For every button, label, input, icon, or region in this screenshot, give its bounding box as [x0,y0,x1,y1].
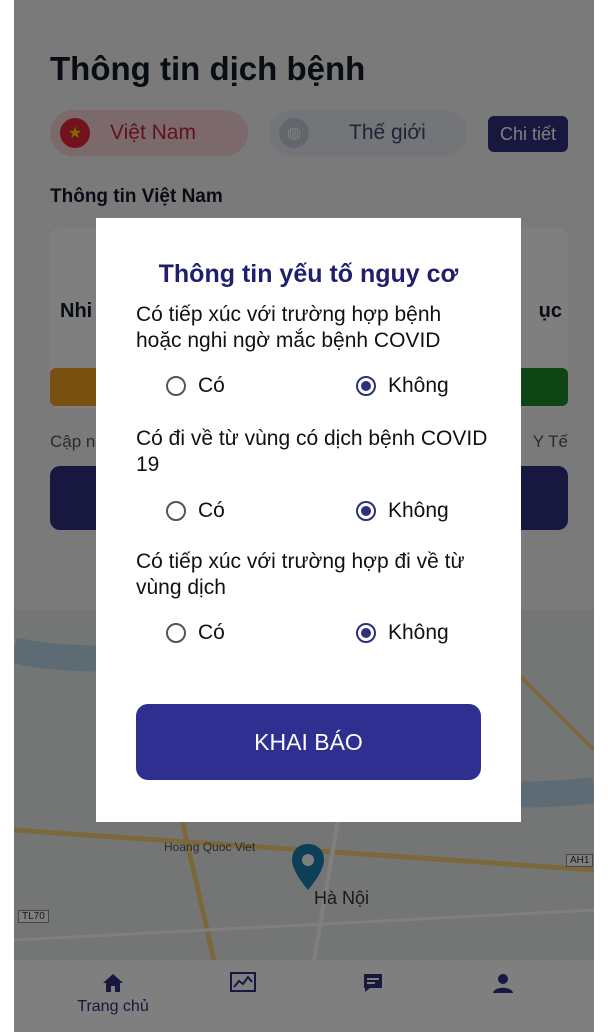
radio-checked-icon [356,623,376,643]
radio-checked-icon [356,501,376,521]
risk-factor-dialog: Thông tin yếu tố nguy cơ Có tiếp xúc với… [96,218,521,822]
radio-label: Có [198,374,225,397]
question-1-text: Có tiếp xúc với trường hợp bệnh hoặc ngh… [136,303,442,352]
question-2-yes-radio[interactable]: Có [166,499,225,523]
question-1-no-radio[interactable]: Không [356,374,449,398]
radio-unchecked-icon [166,376,186,396]
radio-label: Có [198,621,225,644]
radio-label: Không [388,499,449,522]
question-2-no-radio[interactable]: Không [356,499,449,523]
question-3-yes-radio[interactable]: Có [166,621,225,645]
question-1-yes-radio[interactable]: Có [166,374,225,398]
radio-label: Có [198,499,225,522]
radio-label: Không [388,374,449,397]
question-2-text: Có đi về từ vùng có dịch bệnh COVID 19 [136,427,488,476]
declare-submit-button[interactable]: KHAI BÁO [136,704,481,780]
dialog-title: Thông tin yếu tố nguy cơ [158,260,459,288]
radio-unchecked-icon [166,501,186,521]
question-3-no-radio[interactable]: Không [356,621,449,645]
radio-checked-icon [356,376,376,396]
radio-label: Không [388,621,449,644]
question-3-text: Có tiếp xúc với trường hợp đi về từ vùng… [136,550,465,599]
radio-unchecked-icon [166,623,186,643]
